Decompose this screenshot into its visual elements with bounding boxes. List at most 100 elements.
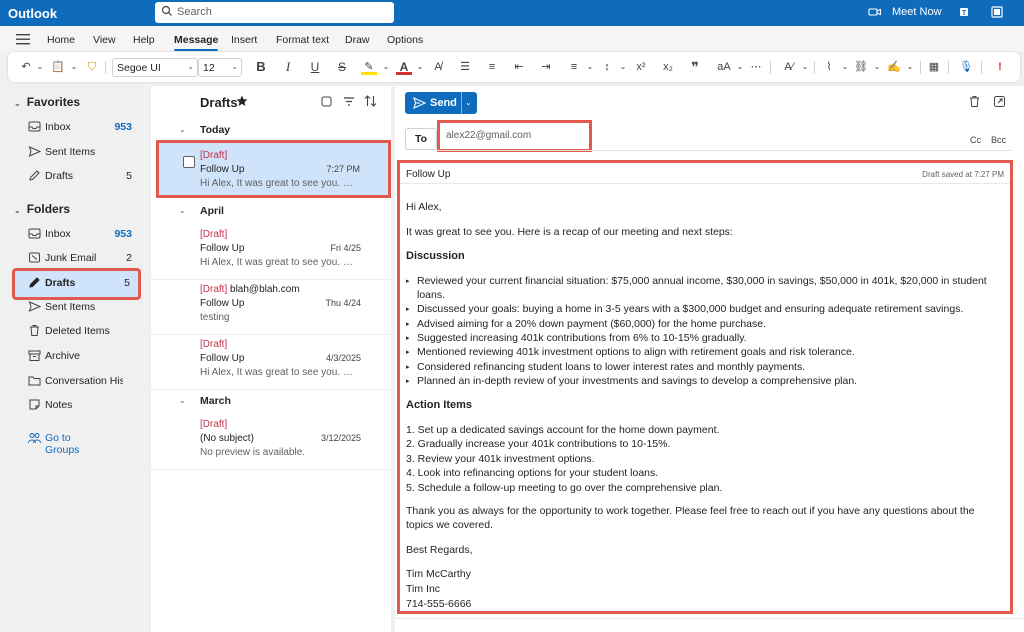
hamburger-menu-icon[interactable] [16, 34, 30, 45]
tab-options[interactable]: Options [387, 34, 423, 46]
styles-icon[interactable]: A⁄ [781, 59, 797, 75]
chevron-down-icon[interactable]: ⌄ [902, 59, 918, 75]
folder-item-conversation-history[interactable]: Conversation Histo... [12, 369, 140, 393]
italic-icon[interactable]: I [280, 59, 296, 75]
microphone-icon[interactable]: 🎙 [958, 59, 974, 75]
chevron-down-icon[interactable]: ⌄ [615, 59, 631, 75]
chevron-down-icon[interactable]: ⌄ [32, 59, 48, 75]
tab-insert[interactable]: Insert [231, 34, 257, 46]
message-time: Thu 4/24 [325, 298, 361, 308]
favorites-item-sent-items[interactable]: Sent Items [12, 140, 140, 164]
format-painter-icon[interactable]: ⛉ [84, 59, 100, 75]
chevron-down-icon[interactable]: ⌄ [378, 59, 394, 75]
importance-icon[interactable]: ! [992, 59, 1008, 75]
chevron-down-icon[interactable]: ⌄ [66, 59, 82, 75]
change-case-icon[interactable]: aA [714, 59, 734, 75]
chevron-down-icon[interactable]: ⌄ [797, 59, 813, 75]
office-icon[interactable] [990, 5, 1004, 19]
decrease-indent-icon[interactable]: ⇤ [511, 59, 527, 75]
to-field[interactable]: alex22@gmail.com [437, 120, 592, 152]
align-icon[interactable]: ≡ [566, 59, 582, 75]
quote-icon[interactable]: ❞ [687, 59, 703, 75]
search-input[interactable]: Search [155, 2, 394, 23]
message-preview: Hi Alex, It was great to see you. Her... [200, 257, 360, 268]
group-header-march[interactable]: ⌄ March [151, 390, 391, 412]
trash-icon[interactable] [968, 95, 981, 108]
folder-item-sent-items[interactable]: Sent Items [12, 295, 140, 319]
recipient-chip[interactable]: alex22@gmail.com [446, 130, 531, 141]
send-button[interactable]: Send ⌄ [405, 92, 477, 114]
chevron-down-icon[interactable]: ⌄ [732, 59, 748, 75]
title-bar: Outlook Search Meet Now T [0, 0, 1024, 26]
cc-button[interactable]: Cc [970, 135, 981, 145]
bcc-button[interactable]: Bcc [991, 135, 1006, 145]
divider [920, 61, 921, 74]
clear-formatting-icon[interactable]: A̸ [430, 59, 446, 75]
folder-item-junk-email[interactable]: Junk Email 2 [12, 246, 140, 270]
body-closing: Thank you as always for the opportunity … [406, 505, 975, 517]
folder-item-archive[interactable]: Archive [12, 344, 140, 368]
message-preview: Hi Alex, It was great to see you. Her... [200, 367, 360, 378]
tab-view[interactable]: View [93, 34, 116, 46]
signature-icon[interactable]: ✍ [886, 59, 902, 75]
favorites-header[interactable]: ⌄ Favorites [14, 95, 80, 109]
font-size-select[interactable]: 12 ⌄ [198, 58, 242, 77]
star-icon[interactable] [236, 95, 248, 107]
line-spacing-icon[interactable]: ↕ [599, 59, 615, 75]
bullets-icon[interactable]: ☰ [457, 59, 473, 75]
favorites-item-drafts[interactable]: Drafts 5 [12, 164, 140, 188]
popout-icon[interactable] [993, 95, 1006, 108]
subject-field[interactable]: Follow Up [406, 169, 450, 180]
highlight-icon[interactable]: ✎ [361, 59, 377, 75]
select-icon[interactable] [321, 96, 332, 107]
sort-icon[interactable] [364, 95, 377, 107]
attach-icon[interactable]: ⌇ [821, 59, 837, 75]
message-item-selected[interactable]: [Draft] Follow Up 7:27 PM Hi Alex, It wa… [156, 140, 391, 198]
tab-message[interactable]: Message [174, 34, 219, 51]
send-options-chevron-icon[interactable]: ⌄ [465, 98, 472, 107]
tab-draw[interactable]: Draw [345, 34, 370, 46]
underline-icon[interactable]: U [307, 59, 323, 75]
chevron-down-icon[interactable]: ⌄ [412, 59, 428, 75]
group-header-today[interactable]: ⌄ Today [151, 119, 391, 141]
chevron-down-icon: ⌄ [231, 62, 238, 71]
tab-help[interactable]: Help [133, 34, 155, 46]
link-icon[interactable]: ⛓ [853, 59, 869, 75]
chevron-down-icon[interactable]: ⌄ [837, 59, 853, 75]
clipboard-icon[interactable]: 📋 [50, 59, 66, 75]
superscript-icon[interactable]: x² [633, 59, 649, 75]
chevron-down-icon: ⌄ [14, 99, 21, 108]
font-name-select[interactable]: Segoe UI ⌄ [112, 58, 198, 77]
more-options-icon[interactable]: ⋯ [748, 59, 764, 75]
table-icon[interactable]: ▦ [926, 59, 942, 75]
message-body-editor[interactable]: Follow Up Draft saved at 7:27 PM Hi Alex… [397, 160, 1013, 614]
teams-icon[interactable]: T [958, 5, 972, 19]
tab-home[interactable]: Home [47, 34, 75, 46]
message-item[interactable]: [Draft] (No subject) 3/12/2025 No previe… [151, 412, 391, 470]
folder-item-inbox[interactable]: Inbox 953 [12, 222, 140, 246]
folders-header[interactable]: ⌄ Folders [14, 202, 70, 216]
tab-format-text[interactable]: Format text [276, 34, 329, 46]
bold-icon[interactable]: B [253, 59, 269, 75]
search-placeholder: Search [177, 6, 212, 18]
folder-item-deleted-items[interactable]: Deleted Items [12, 319, 140, 343]
chevron-down-icon[interactable]: ⌄ [582, 59, 598, 75]
to-button[interactable]: To [405, 128, 437, 150]
video-icon[interactable] [868, 5, 882, 19]
meet-now-button[interactable]: Meet Now [892, 6, 942, 18]
group-header-april[interactable]: ⌄ April [151, 200, 391, 222]
filter-icon[interactable] [343, 96, 355, 107]
message-item[interactable]: [Draft] Follow Up 4/3/2025 Hi Alex, It w… [151, 332, 391, 390]
message-item[interactable]: [Draft] Follow Up Fri 4/25 Hi Alex, It w… [151, 222, 391, 280]
message-item[interactable]: [Draft] blah@blah.com Follow Up Thu 4/24… [151, 277, 391, 335]
subscript-icon[interactable]: x₂ [660, 59, 676, 75]
strikethrough-icon[interactable]: S [334, 59, 350, 75]
numbering-icon[interactable]: ≡ [484, 59, 500, 75]
font-color-icon[interactable]: A [396, 59, 412, 75]
folder-item-notes[interactable]: Notes [12, 393, 140, 417]
app-title: Outlook [8, 6, 58, 21]
chevron-down-icon[interactable]: ⌄ [869, 59, 885, 75]
increase-indent-icon[interactable]: ⇥ [538, 59, 554, 75]
select-checkbox[interactable] [183, 156, 195, 168]
favorites-item-inbox[interactable]: Inbox 953 [12, 115, 140, 139]
